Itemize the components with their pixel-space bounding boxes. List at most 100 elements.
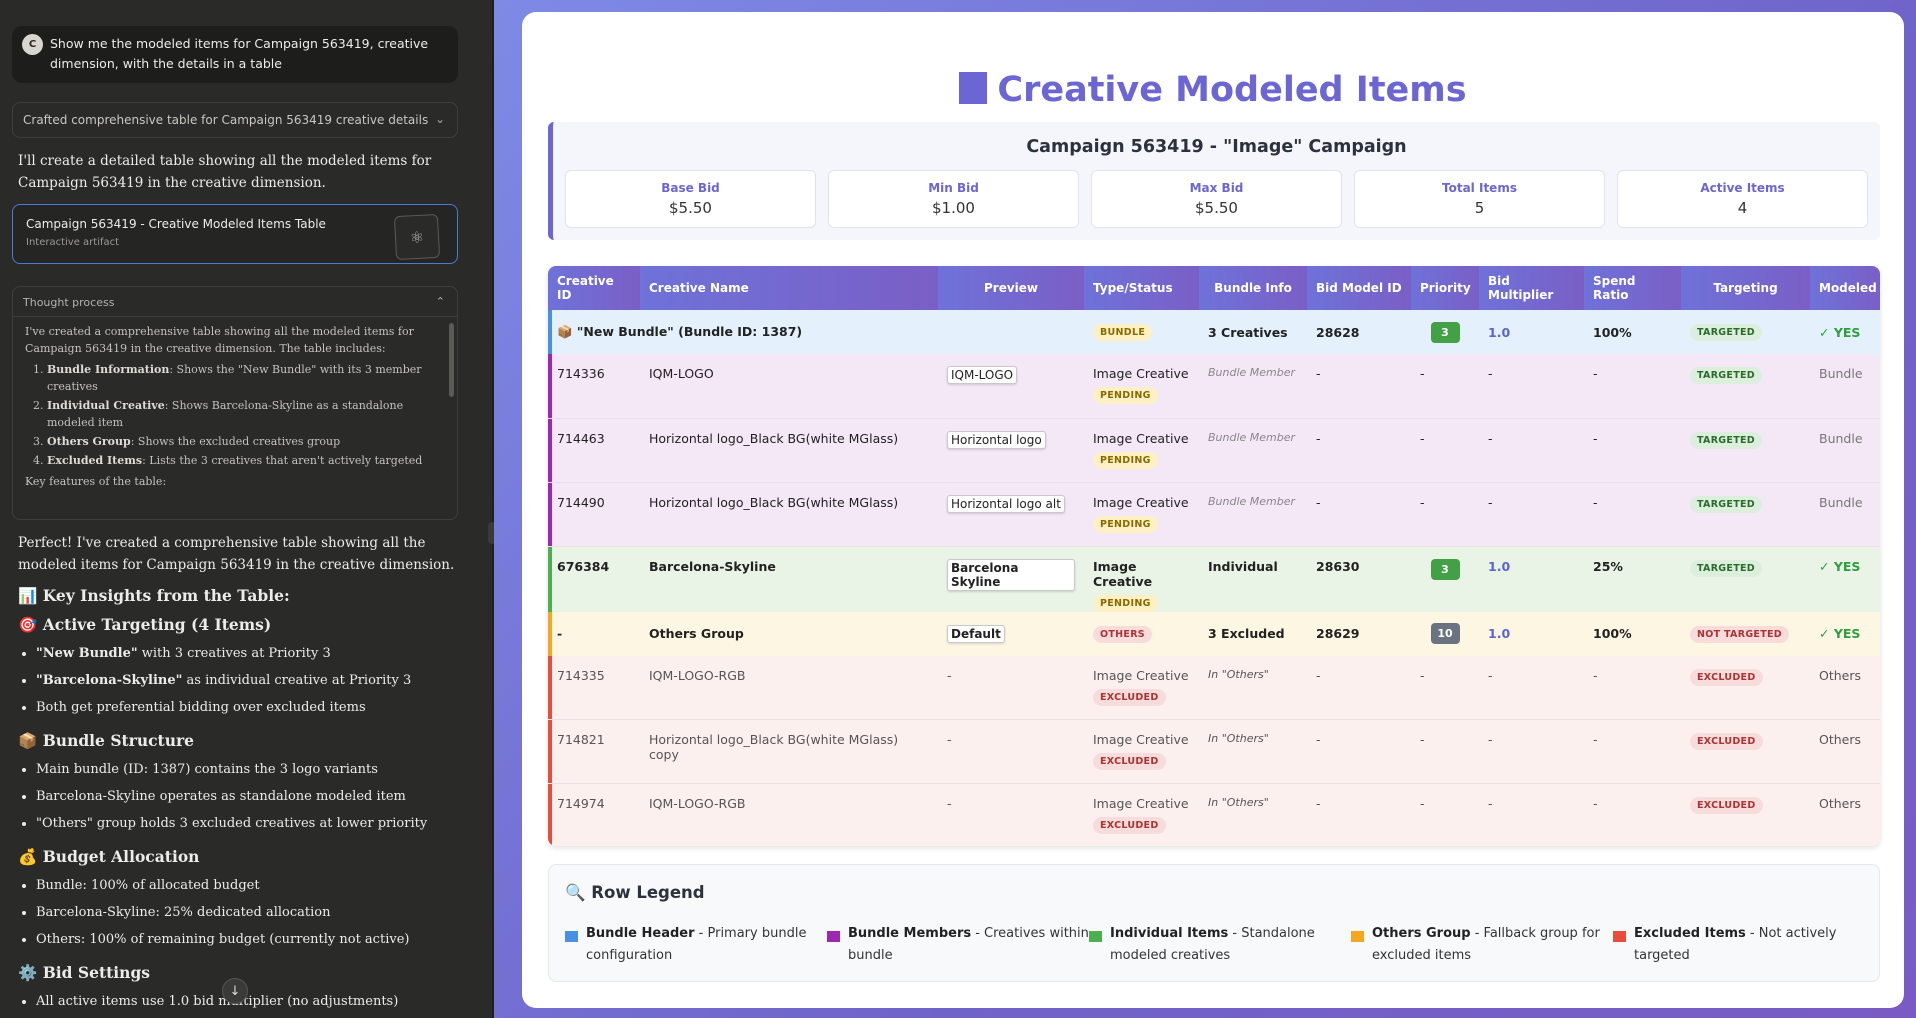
thought-list: Bundle Information: Shows the "New Bundl… bbox=[47, 361, 445, 469]
thinking-summary-toggle[interactable]: Crafted comprehensive table for Campaign… bbox=[12, 102, 458, 138]
preview-image: Default bbox=[947, 624, 1005, 643]
legend-title: 🔍 Row Legend bbox=[565, 883, 705, 902]
spend-cell: 100% bbox=[1584, 611, 1681, 656]
others-badge: OTHERS bbox=[1093, 625, 1152, 643]
column-header[interactable]: Targeting bbox=[1681, 266, 1810, 310]
page-title: Creative Modeled Items bbox=[522, 70, 1904, 110]
stat-label: Total Items bbox=[1442, 181, 1517, 195]
type-text: Image Creative bbox=[1093, 732, 1189, 747]
column-header[interactable]: Creative ID bbox=[548, 266, 640, 310]
multiplier-cell: 1.0 bbox=[1479, 546, 1584, 612]
creative-id-cell: 714463 bbox=[548, 418, 640, 483]
stat-card: Min Bid $1.00 bbox=[828, 170, 1079, 228]
priority-badge: 10 bbox=[1430, 623, 1460, 644]
table-row[interactable]: 714490 Horizontal logo_Black BG(white MGl… bbox=[548, 482, 1880, 547]
answer-intro: Perfect! I've created a comprehensive ta… bbox=[18, 535, 455, 573]
priority-cell: - bbox=[1411, 482, 1479, 547]
bundle-header-cell: 📦 "New Bundle" (Bundle ID: 1387) bbox=[548, 310, 1084, 354]
chevron-down-icon: ⌄ bbox=[434, 112, 445, 126]
column-header[interactable]: Bid Model ID bbox=[1307, 266, 1411, 310]
multiplier-cell: - bbox=[1479, 418, 1584, 483]
creative-id-cell: 714974 bbox=[548, 783, 640, 846]
artifact-thumbnail-icon: ⚛ bbox=[393, 213, 441, 261]
user-message: C Show me the modeled items for Campaign… bbox=[12, 26, 458, 83]
modeled-cell: ✓ YES bbox=[1810, 611, 1880, 656]
column-header[interactable]: Bundle Info bbox=[1199, 266, 1307, 310]
targeting-cell: TARGETED bbox=[1681, 546, 1810, 612]
preview-cell: Horizontal logo alt bbox=[938, 482, 1084, 547]
thought-item-bold: Individual Creative bbox=[47, 399, 165, 412]
multiplier-cell: 1.0 bbox=[1479, 310, 1584, 354]
legend-swatch bbox=[1351, 931, 1364, 942]
section-heading: 📊 Key Insights from the Table: bbox=[18, 586, 290, 605]
bid-model-cell: - bbox=[1307, 719, 1411, 784]
priority-cell: - bbox=[1411, 418, 1479, 483]
campaign-title: Campaign 563419 - "Image" Campaign bbox=[1026, 137, 1407, 157]
list-item: Both get preferential bidding over exclu… bbox=[36, 694, 466, 721]
bid-model-cell: - bbox=[1307, 655, 1411, 720]
table-row[interactable]: 714463 Horizontal logo_Black BG(white MGl… bbox=[548, 418, 1880, 483]
list-item-text: Both get preferential bidding over exclu… bbox=[36, 700, 366, 715]
thought-item-bold: Excluded Items bbox=[47, 454, 143, 467]
bundle-info-cell: In "Others" bbox=[1199, 655, 1307, 720]
targeting-cell: NOT TARGETED bbox=[1681, 611, 1810, 656]
stat-value: 5 bbox=[1474, 199, 1485, 217]
stat-card: Total Items 5 bbox=[1354, 170, 1605, 228]
stat-cards: Base Bid $5.50 Min Bid $1.00 Max Bid $5.50 Tot… bbox=[565, 170, 1868, 228]
legend-text: Excluded Items - Not actively targeted bbox=[1634, 923, 1875, 967]
stat-label: Base Bid bbox=[661, 181, 720, 195]
modeled-cell: Bundle bbox=[1810, 354, 1880, 419]
status-badge: PENDING bbox=[1093, 594, 1158, 612]
stat-card: Base Bid $5.50 bbox=[565, 170, 816, 228]
bundle-info-cell: 3 Excluded bbox=[1199, 611, 1307, 656]
list-item-bold: "New Bundle" bbox=[36, 646, 138, 661]
bid-model-cell: - bbox=[1307, 418, 1411, 483]
multiplier-cell: - bbox=[1479, 719, 1584, 784]
preview-image: IQM-LOGO bbox=[947, 366, 1018, 384]
creative-name-cell: IQM-LOGO-RGB bbox=[640, 655, 938, 720]
priority-cell: - bbox=[1411, 354, 1479, 419]
scroll-down-button[interactable]: ↓ bbox=[222, 978, 248, 1004]
table-row[interactable]: 714821 Horizontal logo_Black BG(white MGl… bbox=[548, 719, 1880, 784]
thought-process-label: Thought process bbox=[23, 296, 115, 309]
priority-cell: 3 bbox=[1411, 310, 1479, 354]
artifact-card[interactable]: Campaign 563419 - Creative Modeled Items… bbox=[12, 204, 458, 264]
column-header[interactable]: Creative Name bbox=[640, 266, 938, 310]
section-list: Main bundle (ID: 1387) contains the 3 lo… bbox=[36, 756, 466, 837]
priority-cell: - bbox=[1411, 719, 1479, 784]
column-header[interactable]: Bid Multiplier bbox=[1479, 266, 1584, 310]
table-row[interactable]: 714336 IQM-LOGO IQM-LOGO Image Creative PEND… bbox=[548, 354, 1880, 419]
targeting-badge: TARGETED bbox=[1690, 367, 1762, 384]
table-body: 📦 "New Bundle" (Bundle ID: 1387) BUNDLE 3 … bbox=[548, 310, 1880, 846]
artifact-subtitle: Interactive artifact bbox=[26, 237, 120, 248]
thought-list-item: Excluded Items: Lists the 3 creatives th… bbox=[47, 452, 445, 469]
legend-text: Bundle Header - Primary bundle configura… bbox=[586, 923, 827, 967]
table-row[interactable]: 714335 IQM-LOGO-RGB - Image Creative EXCLUDE… bbox=[548, 655, 1880, 720]
creative-id-cell: 714490 bbox=[548, 482, 640, 547]
list-item-text: Others: 100% of remaining budget (curren… bbox=[36, 932, 410, 947]
table-row[interactable]: - Others Group Default OTHERS 3 Excluded 2862… bbox=[548, 611, 1880, 656]
thought-scrollbar[interactable] bbox=[449, 323, 454, 397]
table-row[interactable]: 714974 IQM-LOGO-RGB - Image Creative EXCLUDE… bbox=[548, 783, 1880, 846]
table-row-bundle-header[interactable]: 📦 "New Bundle" (Bundle ID: 1387) BUNDLE 3 … bbox=[548, 310, 1880, 354]
list-item-text: Barcelona-Skyline: 25% dedicated allocat… bbox=[36, 905, 331, 920]
thought-item-text: : Lists the 3 creatives that aren't acti… bbox=[142, 454, 423, 467]
targeting-cell: TARGETED bbox=[1681, 354, 1810, 419]
title-square-icon bbox=[959, 72, 988, 104]
column-header[interactable]: Spend Ratio bbox=[1584, 266, 1681, 310]
modeled-items-table: Creative ID Creative Name Preview Type/Stat… bbox=[548, 266, 1880, 846]
table-row[interactable]: 676384 Barcelona-Skyline Barcelona Skyline… bbox=[548, 546, 1880, 612]
creative-name-cell: Horizontal logo_Black BG(white MGlass) c… bbox=[640, 719, 938, 784]
legend-label: Others Group bbox=[1372, 926, 1471, 941]
column-header[interactable]: Modeled bbox=[1810, 266, 1880, 310]
bundle-badge: BUNDLE bbox=[1093, 324, 1153, 341]
thought-process-header[interactable]: Thought process ⌃ bbox=[13, 287, 457, 317]
row-legend: 🔍 Row Legend Bundle Header - Primary bun… bbox=[548, 864, 1880, 982]
legend-text: Bundle Members - Creatives within bundle bbox=[848, 923, 1089, 967]
column-header[interactable]: Type/Status bbox=[1084, 266, 1199, 310]
list-item-text: "Others" group holds 3 excluded creative… bbox=[36, 816, 428, 831]
creative-id-cell: 676384 bbox=[548, 546, 640, 612]
assistant-intro: I'll create a detailed table showing all… bbox=[18, 153, 432, 191]
column-header[interactable]: Preview bbox=[938, 266, 1084, 310]
column-header[interactable]: Priority bbox=[1411, 266, 1479, 310]
